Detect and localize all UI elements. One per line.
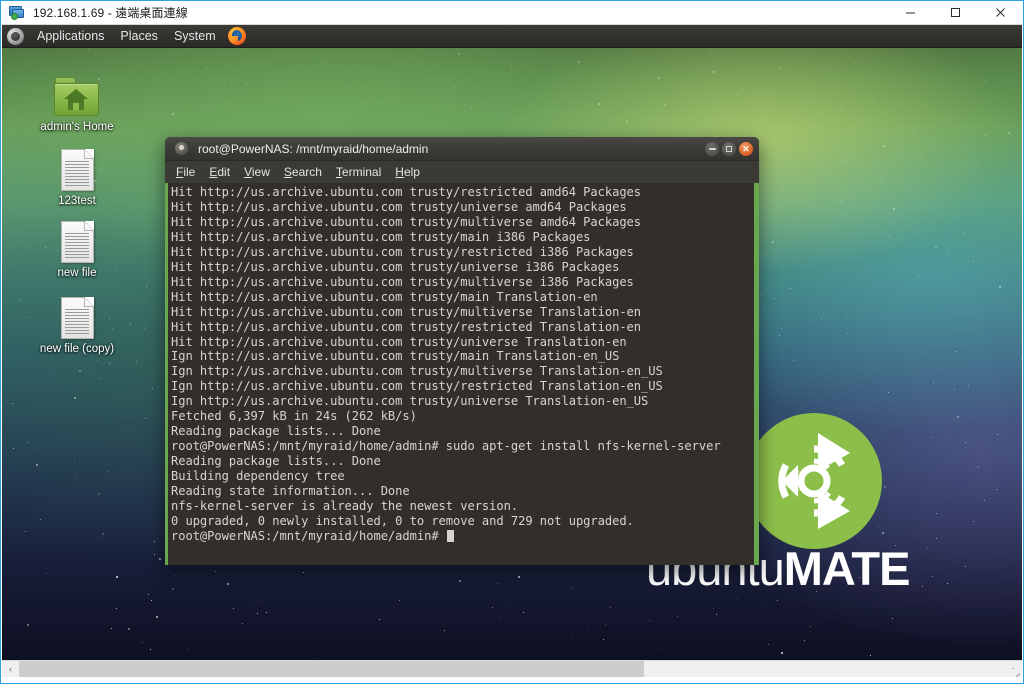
desktop-icon-admins-home[interactable]: admin's Home (29, 67, 125, 134)
scrollbar-thumb[interactable] (19, 660, 644, 678)
panel-menu-system[interactable]: System (171, 27, 219, 45)
window-bottom-edge (2, 677, 1022, 683)
desktop-icon-label: new file (copy) (39, 343, 115, 355)
wordmark-mate: MATE (783, 542, 911, 595)
terminal-line: Hit http://us.archive.ubuntu.com trusty/… (171, 304, 642, 319)
terminal-cursor (446, 529, 454, 542)
terminal-line: Ign http://us.archive.ubuntu.com trusty/… (171, 349, 620, 364)
terminal-line: Ign http://us.archive.ubuntu.com trusty/… (171, 379, 663, 394)
desktop-icon-123test[interactable]: 123test (29, 141, 125, 208)
terminal-line: Reading state information... Done (171, 484, 410, 499)
close-button[interactable] (978, 1, 1023, 24)
terminal-line: nfs-kernel-server is already the newest … (171, 499, 519, 514)
terminal-line: Ign http://us.archive.ubuntu.com trusty/… (171, 364, 663, 379)
desktop-icon-label: 123test (58, 195, 96, 207)
terminal-menu-edit[interactable]: Edit (202, 163, 237, 181)
terminal-line: 0 upgraded, 0 newly installed, 0 to remo… (171, 513, 634, 528)
terminal-window-controls: ✕ (705, 142, 753, 156)
terminal-body[interactable]: Hit http://us.archive.ubuntu.com trusty/… (165, 183, 759, 565)
horizontal-scrollbar[interactable]: ‹ › (2, 660, 1022, 678)
terminal-line: Hit http://us.archive.ubuntu.com trusty/… (171, 259, 620, 274)
mate-menu-icon[interactable] (7, 27, 24, 45)
terminal-titlebar[interactable]: root@PowerNAS: /mnt/myraid/home/admin ✕ (165, 137, 759, 161)
terminal-line: Reading package lists... Done (171, 454, 381, 469)
terminal-line: Hit http://us.archive.ubuntu.com trusty/… (171, 319, 642, 334)
terminal-icon (175, 142, 188, 155)
terminal-line: Fetched 6,397 kB in 24s (262 kB/s) (171, 409, 417, 424)
maximize-button[interactable] (933, 1, 978, 24)
desktop-icon-new-file-copy[interactable]: new file (copy) (29, 289, 125, 356)
terminal-prompt-line: root@PowerNAS:/mnt/myraid/home/admin# (171, 529, 754, 544)
terminal-line: Hit http://us.archive.ubuntu.com trusty/… (171, 185, 642, 199)
text-document-icon (29, 213, 125, 263)
remote-desktop-surface[interactable]: ubuntuMATE Applications Places System ad (2, 25, 1022, 661)
terminal-maximize-button[interactable] (722, 142, 736, 156)
text-document-icon (29, 141, 125, 191)
terminal-prompt: root@PowerNAS:/mnt/myraid/home/admin# (171, 528, 446, 543)
desktop-icon-label: new file (57, 267, 97, 279)
scroll-left-arrow-icon[interactable]: ‹ (2, 660, 19, 678)
terminal-menu-file[interactable]: File (169, 163, 202, 181)
terminal-line: root@PowerNAS:/mnt/myraid/home/admin# su… (171, 439, 721, 454)
terminal-window[interactable]: root@PowerNAS: /mnt/myraid/home/admin ✕ … (165, 137, 759, 565)
terminal-title: root@PowerNAS: /mnt/myraid/home/admin (198, 141, 429, 156)
terminal-line: Hit http://us.archive.ubuntu.com trusty/… (171, 199, 627, 214)
terminal-minimize-button[interactable] (705, 142, 719, 156)
folder-home-icon (29, 67, 125, 117)
desktop-icon-label: admin's Home (40, 121, 114, 133)
terminal-line: Hit http://us.archive.ubuntu.com trusty/… (171, 274, 634, 289)
rdp-viewport[interactable]: ubuntuMATE Applications Places System ad (2, 24, 1022, 668)
terminal-output[interactable]: Hit http://us.archive.ubuntu.com trusty/… (168, 183, 754, 565)
window-titlebar[interactable]: 192.168.1.69 - 遠端桌面連線 (1, 1, 1023, 24)
terminal-close-button[interactable]: ✕ (739, 142, 753, 156)
mate-top-panel: Applications Places System (2, 25, 1022, 48)
remote-desktop-icon (9, 5, 25, 21)
terminal-line: Hit http://us.archive.ubuntu.com trusty/… (171, 244, 634, 259)
terminal-line: Building dependency tree (171, 469, 345, 484)
terminal-menu-view[interactable]: View (237, 163, 277, 181)
terminal-line: Hit http://us.archive.ubuntu.com trusty/… (171, 229, 591, 244)
terminal-line: Reading package lists... Done (171, 424, 381, 439)
desktop-icon-new-file[interactable]: new file (29, 213, 125, 280)
terminal-scrollbar[interactable] (754, 183, 759, 565)
terminal-line: Hit http://us.archive.ubuntu.com trusty/… (171, 214, 642, 229)
firefox-icon[interactable] (227, 27, 246, 45)
scrollbar-track[interactable] (19, 660, 1005, 678)
terminal-menu-help[interactable]: Help (388, 163, 427, 181)
window-title: 192.168.1.69 - 遠端桌面連線 (33, 6, 188, 20)
terminal-line: Hit http://us.archive.ubuntu.com trusty/… (171, 334, 627, 349)
remote-desktop-window: 192.168.1.69 - 遠端桌面連線 ubuntuMATE Applica… (0, 0, 1024, 684)
panel-menu-places[interactable]: Places (117, 27, 161, 45)
terminal-menubar: File Edit View Search Terminal Help (165, 161, 759, 183)
panel-menu-applications[interactable]: Applications (34, 27, 107, 45)
text-document-icon (29, 289, 125, 339)
terminal-line: Hit http://us.archive.ubuntu.com trusty/… (171, 289, 598, 304)
terminal-menu-terminal[interactable]: Terminal (329, 163, 388, 181)
terminal-line: Ign http://us.archive.ubuntu.com trusty/… (171, 394, 649, 409)
window-controls (888, 1, 1023, 24)
minimize-button[interactable] (888, 1, 933, 24)
terminal-menu-search[interactable]: Search (277, 163, 329, 181)
ubuntu-mate-logo-icon (746, 413, 882, 549)
